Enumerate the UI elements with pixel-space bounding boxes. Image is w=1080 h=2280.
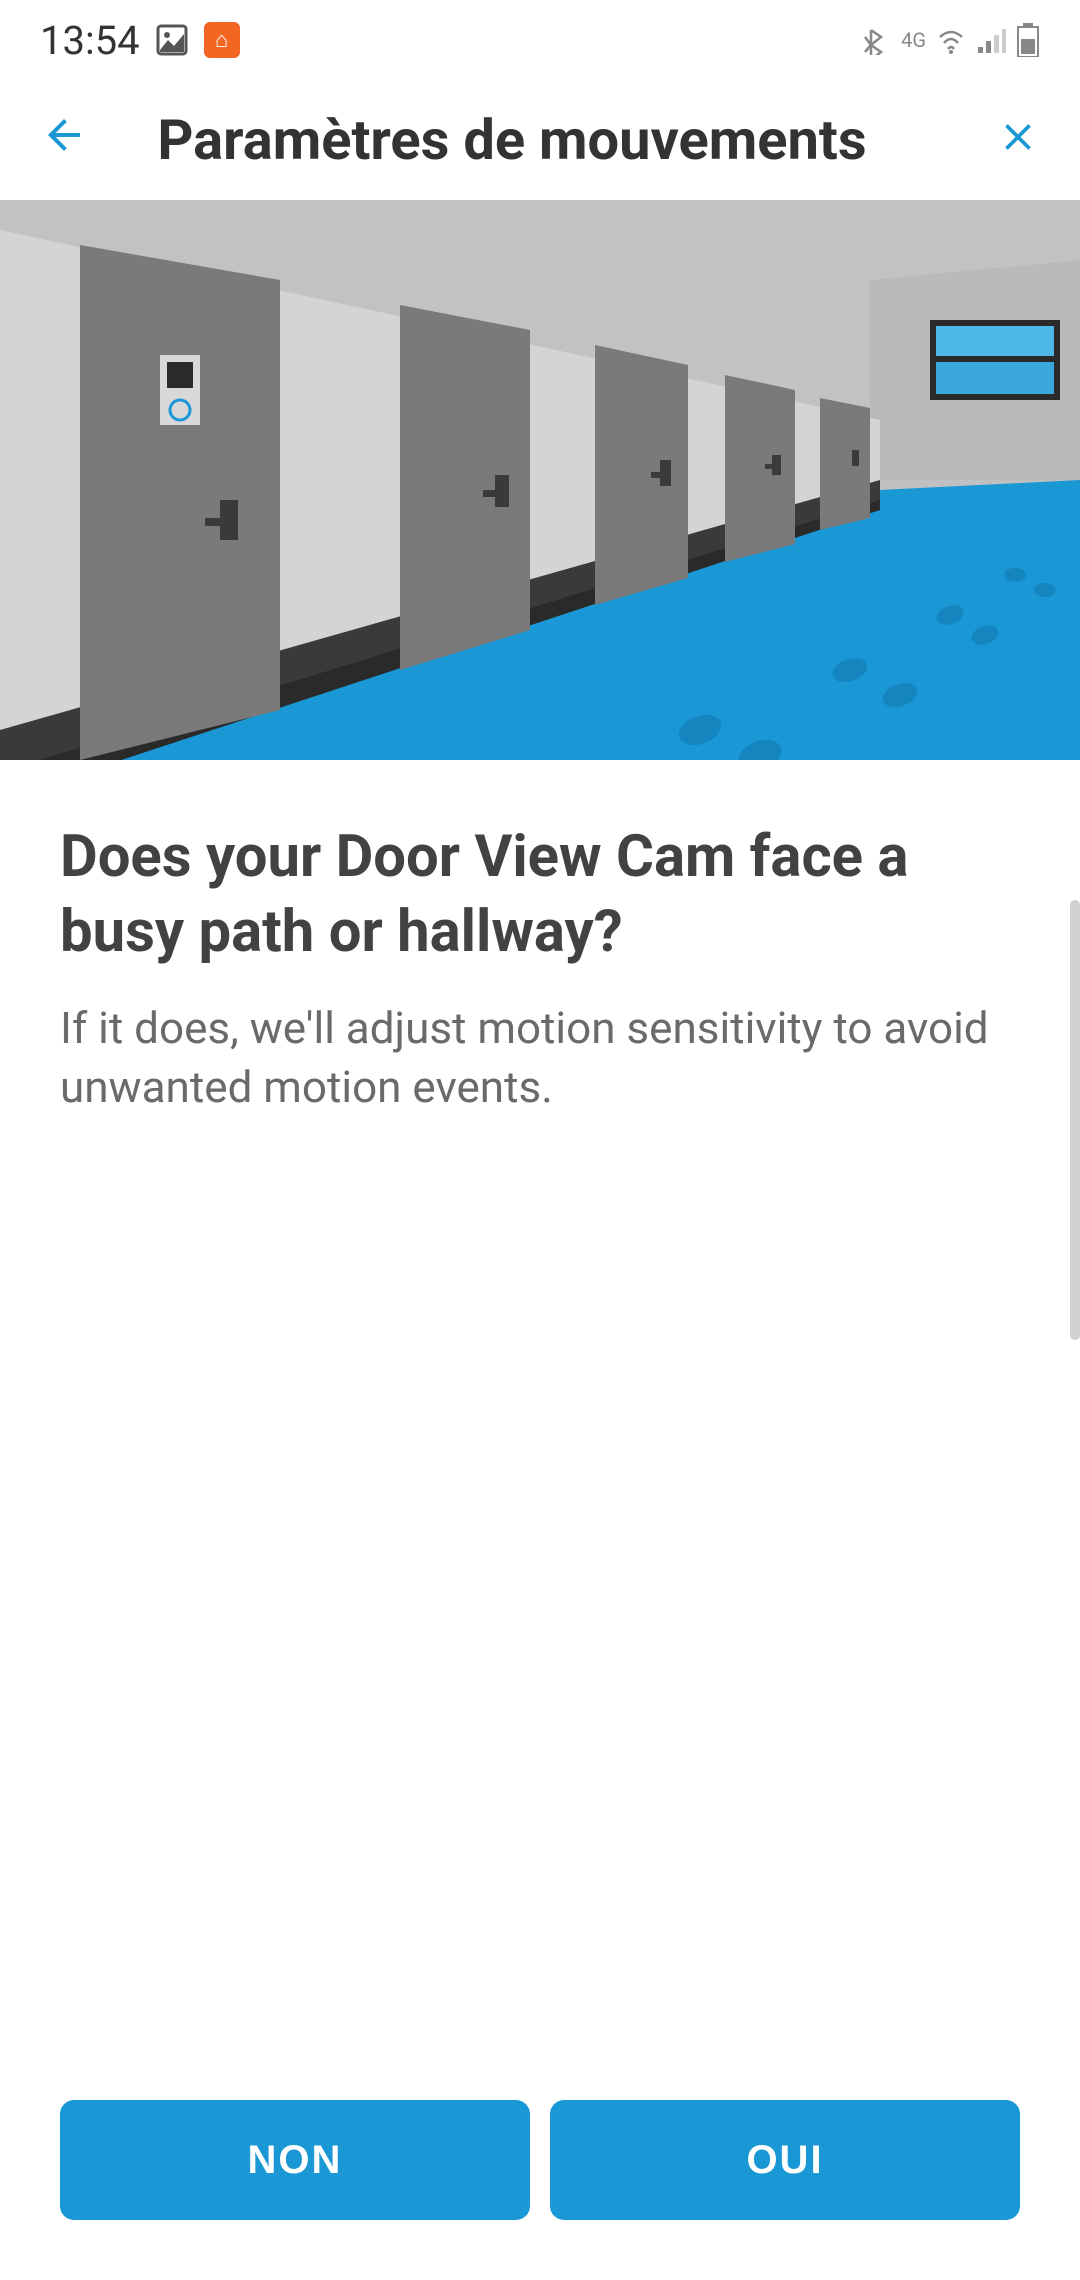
- close-icon[interactable]: [996, 107, 1040, 173]
- bluetooth-icon: [861, 25, 891, 55]
- hallway-illustration: [0, 200, 1080, 760]
- status-bar: 13:54 ⌂ 4G: [0, 0, 1080, 80]
- button-row: NON OUI: [60, 2100, 1020, 2220]
- header: Paramètres de mouvements: [0, 80, 1080, 200]
- image-icon: [154, 22, 190, 58]
- wifi-icon: [936, 25, 966, 55]
- question-heading: Does your Door View Cam face a busy path…: [60, 820, 1020, 971]
- question-description: If it does, we'll adjust motion sensitiv…: [60, 999, 1020, 1118]
- content-area: Does your Door View Cam face a busy path…: [0, 760, 1080, 1118]
- page-title: Paramètres de mouvements: [58, 107, 966, 173]
- no-button[interactable]: NON: [60, 2100, 530, 2220]
- scrollbar[interactable]: [1070, 900, 1080, 1340]
- yes-button[interactable]: OUI: [550, 2100, 1020, 2220]
- signal-icon: [976, 25, 1006, 55]
- network-4g-icon: 4G: [901, 28, 926, 52]
- status-left: 13:54 ⌂: [40, 17, 240, 64]
- battery-icon: [1016, 23, 1040, 57]
- status-time: 13:54: [40, 17, 140, 64]
- app-icon: ⌂: [204, 22, 240, 58]
- status-right: 4G: [861, 23, 1040, 57]
